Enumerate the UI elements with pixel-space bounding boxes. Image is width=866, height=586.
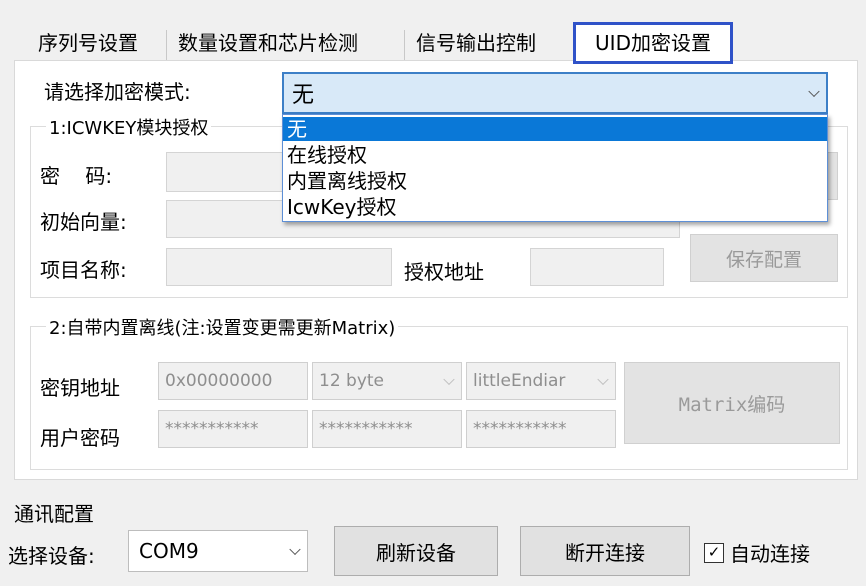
encrypt-option-icwkey[interactable]: IcwKey授权 xyxy=(283,195,827,219)
project-name-input[interactable] xyxy=(166,248,392,286)
save-config-button[interactable]: 保存配置 xyxy=(690,234,838,282)
project-name-label: 项目名称: xyxy=(40,258,127,282)
password-label: 密 码: xyxy=(40,164,113,188)
tab-signal-output[interactable]: 信号输出控制 xyxy=(408,24,544,62)
auth-address-input[interactable] xyxy=(530,248,664,286)
user-password-field-1[interactable]: *********** xyxy=(158,410,308,448)
builtin-offline-legend: 2:自带内置离线(注:设置变更需更新Matrix) xyxy=(46,314,399,340)
encrypt-option-builtin-offline[interactable]: 内置离线授权 xyxy=(283,169,827,193)
encrypt-mode-dropdown: 无 在线授权 内置离线授权 IcwKey授权 xyxy=(282,114,828,222)
icwkey-auth-legend: 1:ICWKEY模块授权 xyxy=(46,114,212,140)
endian-value: littleEndiar xyxy=(473,371,566,391)
user-password-field-3[interactable]: *********** xyxy=(466,410,616,448)
auto-connect-label: 自动连接 xyxy=(730,542,810,566)
device-select[interactable]: COM9 xyxy=(128,530,308,572)
tab-separator xyxy=(404,30,405,60)
chevron-down-icon xyxy=(443,373,455,386)
password-input[interactable] xyxy=(166,152,286,192)
key-address-label: 密钥地址 xyxy=(40,376,120,400)
comm-config-title: 通讯配置 xyxy=(14,502,94,526)
key-address-input[interactable]: 0x00000000 xyxy=(158,362,308,400)
byte-length-value: 12 byte xyxy=(319,371,385,391)
refresh-devices-button[interactable]: 刷新设备 xyxy=(334,526,498,576)
tab-quantity-chip-check[interactable]: 数量设置和芯片检测 xyxy=(170,24,366,62)
auto-connect-checkbox[interactable]: ✓ 自动连接 xyxy=(704,538,810,567)
user-password-label: 用户密码 xyxy=(40,426,120,450)
encrypt-mode-label: 请选择加密模式: xyxy=(44,80,191,104)
matrix-encode-button[interactable]: Matrix编码 xyxy=(624,362,840,444)
auth-address-label: 授权地址 xyxy=(404,260,484,284)
user-password-field-2[interactable]: *********** xyxy=(312,410,462,448)
check-icon: ✓ xyxy=(704,542,724,563)
tab-uid-encryption[interactable]: UID加密设置 xyxy=(573,22,733,64)
device-select-label: 选择设备: xyxy=(8,544,95,568)
tab-serial-number[interactable]: 序列号设置 xyxy=(30,24,146,62)
chevron-down-icon xyxy=(597,373,609,386)
disconnect-button[interactable]: 断开连接 xyxy=(520,526,690,576)
byte-length-select[interactable]: 12 byte xyxy=(312,362,462,400)
encrypt-option-none[interactable]: 无 xyxy=(283,117,827,141)
device-select-value: COM9 xyxy=(139,539,199,563)
tab-separator xyxy=(166,30,167,60)
encrypt-mode-value: 无 xyxy=(292,83,315,108)
chevron-down-icon xyxy=(808,85,820,98)
iv-label: 初始向量: xyxy=(40,210,127,234)
encrypt-option-online[interactable]: 在线授权 xyxy=(283,143,827,167)
encrypt-mode-select[interactable]: 无 xyxy=(282,72,828,114)
chevron-down-icon xyxy=(289,543,301,556)
endian-select[interactable]: littleEndiar xyxy=(466,362,616,400)
